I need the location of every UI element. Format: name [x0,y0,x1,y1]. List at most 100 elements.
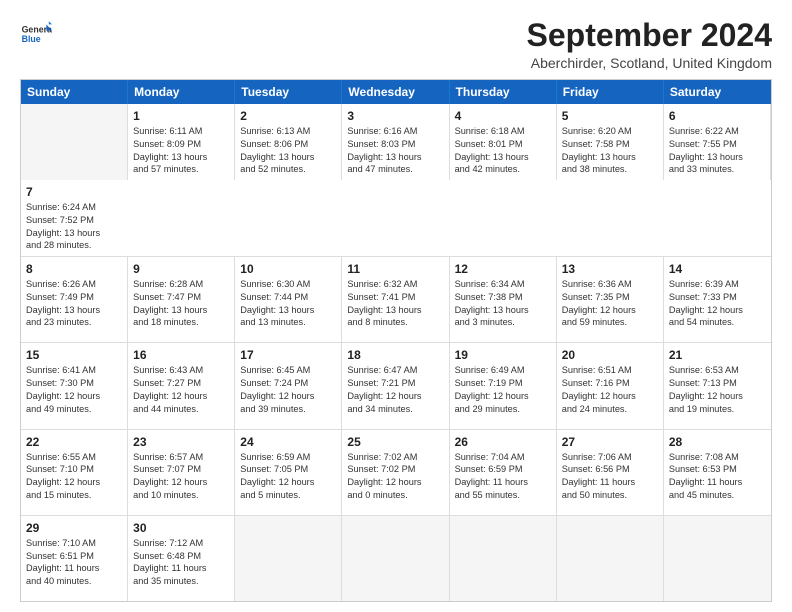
day-info: Sunrise: 6:11 AM Sunset: 8:09 PM Dayligh… [133,125,229,176]
day-number: 19 [455,347,551,363]
calendar-cell: 12Sunrise: 6:34 AM Sunset: 7:38 PM Dayli… [450,257,557,342]
header-cell-thursday: Thursday [450,80,557,104]
calendar: SundayMondayTuesdayWednesdayThursdayFrid… [20,79,772,602]
day-number: 2 [240,108,336,124]
calendar-row: 8Sunrise: 6:26 AM Sunset: 7:49 PM Daylig… [21,257,771,343]
calendar-row: 1Sunrise: 6:11 AM Sunset: 8:09 PM Daylig… [21,104,771,257]
day-info: Sunrise: 6:57 AM Sunset: 7:07 PM Dayligh… [133,451,229,502]
day-number: 20 [562,347,658,363]
month-title: September 2024 [527,18,772,53]
day-info: Sunrise: 7:06 AM Sunset: 6:56 PM Dayligh… [562,451,658,502]
header-cell-tuesday: Tuesday [235,80,342,104]
day-number: 26 [455,434,551,450]
day-info: Sunrise: 7:12 AM Sunset: 6:48 PM Dayligh… [133,537,229,588]
calendar-cell: 23Sunrise: 6:57 AM Sunset: 7:07 PM Dayli… [128,430,235,515]
day-number: 21 [669,347,766,363]
day-number: 28 [669,434,766,450]
calendar-cell: 11Sunrise: 6:32 AM Sunset: 7:41 PM Dayli… [342,257,449,342]
calendar-cell: 30Sunrise: 7:12 AM Sunset: 6:48 PM Dayli… [128,516,235,601]
day-number: 13 [562,261,658,277]
day-info: Sunrise: 6:24 AM Sunset: 7:52 PM Dayligh… [26,201,123,252]
day-info: Sunrise: 6:51 AM Sunset: 7:16 PM Dayligh… [562,364,658,415]
day-number: 1 [133,108,229,124]
day-info: Sunrise: 6:41 AM Sunset: 7:30 PM Dayligh… [26,364,122,415]
header-cell-saturday: Saturday [664,80,771,104]
day-info: Sunrise: 7:10 AM Sunset: 6:51 PM Dayligh… [26,537,122,588]
calendar-cell-empty [21,104,128,180]
day-number: 16 [133,347,229,363]
day-number: 17 [240,347,336,363]
calendar-row: 22Sunrise: 6:55 AM Sunset: 7:10 PM Dayli… [21,430,771,516]
header-cell-monday: Monday [128,80,235,104]
day-number: 8 [26,261,122,277]
calendar-cell: 21Sunrise: 6:53 AM Sunset: 7:13 PM Dayli… [664,343,771,428]
calendar-cell: 24Sunrise: 6:59 AM Sunset: 7:05 PM Dayli… [235,430,342,515]
calendar-body: 1Sunrise: 6:11 AM Sunset: 8:09 PM Daylig… [21,104,771,601]
day-number: 15 [26,347,122,363]
calendar-row: 15Sunrise: 6:41 AM Sunset: 7:30 PM Dayli… [21,343,771,429]
day-number: 11 [347,261,443,277]
calendar-cell: 29Sunrise: 7:10 AM Sunset: 6:51 PM Dayli… [21,516,128,601]
day-number: 6 [669,108,765,124]
calendar-cell: 25Sunrise: 7:02 AM Sunset: 7:02 PM Dayli… [342,430,449,515]
calendar-cell: 2Sunrise: 6:13 AM Sunset: 8:06 PM Daylig… [235,104,342,180]
day-number: 24 [240,434,336,450]
calendar-cell: 26Sunrise: 7:04 AM Sunset: 6:59 PM Dayli… [450,430,557,515]
calendar-cell: 7Sunrise: 6:24 AM Sunset: 7:52 PM Daylig… [21,180,128,256]
day-info: Sunrise: 6:26 AM Sunset: 7:49 PM Dayligh… [26,278,122,329]
day-number: 27 [562,434,658,450]
header-area: General Blue September 2024 Aberchirder,… [20,18,772,71]
title-area: September 2024 Aberchirder, Scotland, Un… [527,18,772,71]
svg-text:Blue: Blue [22,34,41,44]
day-number: 29 [26,520,122,536]
page: General Blue September 2024 Aberchirder,… [0,0,792,612]
calendar-cell: 15Sunrise: 6:41 AM Sunset: 7:30 PM Dayli… [21,343,128,428]
calendar-cell: 17Sunrise: 6:45 AM Sunset: 7:24 PM Dayli… [235,343,342,428]
day-info: Sunrise: 6:36 AM Sunset: 7:35 PM Dayligh… [562,278,658,329]
calendar-cell: 28Sunrise: 7:08 AM Sunset: 6:53 PM Dayli… [664,430,771,515]
day-info: Sunrise: 6:30 AM Sunset: 7:44 PM Dayligh… [240,278,336,329]
day-info: Sunrise: 7:02 AM Sunset: 7:02 PM Dayligh… [347,451,443,502]
day-info: Sunrise: 6:22 AM Sunset: 7:55 PM Dayligh… [669,125,765,176]
calendar-cell: 10Sunrise: 6:30 AM Sunset: 7:44 PM Dayli… [235,257,342,342]
day-number: 18 [347,347,443,363]
day-number: 3 [347,108,443,124]
day-info: Sunrise: 7:04 AM Sunset: 6:59 PM Dayligh… [455,451,551,502]
logo: General Blue [20,18,52,50]
day-info: Sunrise: 6:20 AM Sunset: 7:58 PM Dayligh… [562,125,658,176]
calendar-header: SundayMondayTuesdayWednesdayThursdayFrid… [21,80,771,104]
day-info: Sunrise: 6:43 AM Sunset: 7:27 PM Dayligh… [133,364,229,415]
day-info: Sunrise: 6:55 AM Sunset: 7:10 PM Dayligh… [26,451,122,502]
day-number: 9 [133,261,229,277]
calendar-cell: 9Sunrise: 6:28 AM Sunset: 7:47 PM Daylig… [128,257,235,342]
header-cell-sunday: Sunday [21,80,128,104]
calendar-cell-empty [664,516,771,601]
day-info: Sunrise: 6:49 AM Sunset: 7:19 PM Dayligh… [455,364,551,415]
calendar-cell: 19Sunrise: 6:49 AM Sunset: 7:19 PM Dayli… [450,343,557,428]
calendar-cell: 16Sunrise: 6:43 AM Sunset: 7:27 PM Dayli… [128,343,235,428]
day-info: Sunrise: 6:32 AM Sunset: 7:41 PM Dayligh… [347,278,443,329]
day-info: Sunrise: 6:39 AM Sunset: 7:33 PM Dayligh… [669,278,766,329]
day-number: 25 [347,434,443,450]
day-info: Sunrise: 6:28 AM Sunset: 7:47 PM Dayligh… [133,278,229,329]
header-cell-wednesday: Wednesday [342,80,449,104]
day-number: 5 [562,108,658,124]
day-number: 4 [455,108,551,124]
calendar-cell: 4Sunrise: 6:18 AM Sunset: 8:01 PM Daylig… [450,104,557,180]
day-info: Sunrise: 6:18 AM Sunset: 8:01 PM Dayligh… [455,125,551,176]
calendar-cell: 6Sunrise: 6:22 AM Sunset: 7:55 PM Daylig… [664,104,771,180]
calendar-cell: 14Sunrise: 6:39 AM Sunset: 7:33 PM Dayli… [664,257,771,342]
day-info: Sunrise: 6:45 AM Sunset: 7:24 PM Dayligh… [240,364,336,415]
day-number: 30 [133,520,229,536]
day-info: Sunrise: 7:08 AM Sunset: 6:53 PM Dayligh… [669,451,766,502]
day-info: Sunrise: 6:16 AM Sunset: 8:03 PM Dayligh… [347,125,443,176]
calendar-cell: 13Sunrise: 6:36 AM Sunset: 7:35 PM Dayli… [557,257,664,342]
logo-icon: General Blue [20,18,52,50]
calendar-cell-empty [450,516,557,601]
day-number: 23 [133,434,229,450]
calendar-cell-empty [342,516,449,601]
day-number: 7 [26,184,123,200]
day-info: Sunrise: 6:47 AM Sunset: 7:21 PM Dayligh… [347,364,443,415]
calendar-cell: 1Sunrise: 6:11 AM Sunset: 8:09 PM Daylig… [128,104,235,180]
calendar-cell: 3Sunrise: 6:16 AM Sunset: 8:03 PM Daylig… [342,104,449,180]
